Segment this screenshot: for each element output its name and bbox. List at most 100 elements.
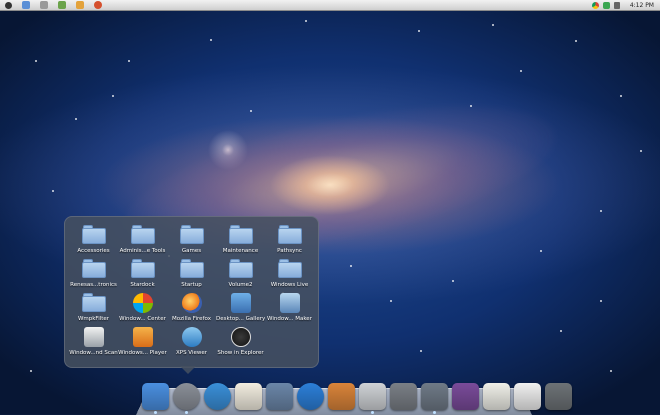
dock-item-documents[interactable] bbox=[483, 383, 510, 410]
folder-icon bbox=[228, 225, 253, 244]
stack-item[interactable]: Window... Center bbox=[118, 291, 167, 325]
trash-icon bbox=[545, 383, 572, 410]
movie-maker-icon-glyph bbox=[279, 293, 300, 313]
stack-item-label: Accessories bbox=[77, 248, 110, 254]
folder-body bbox=[130, 262, 155, 278]
firefox-icon bbox=[180, 293, 204, 313]
dock-item-home[interactable] bbox=[328, 383, 355, 410]
menu-bar: 4:12 PM bbox=[0, 0, 660, 11]
stack-item[interactable]: Windows... Player bbox=[118, 325, 167, 359]
stack-item[interactable]: Desktop... Gallery bbox=[216, 291, 265, 325]
star bbox=[35, 60, 37, 62]
stack-item-label: Window... Center bbox=[119, 316, 166, 322]
dock-item-itunes[interactable] bbox=[297, 383, 324, 410]
stack-item-label: WmpkFilter bbox=[77, 316, 110, 322]
folder-body bbox=[179, 262, 204, 278]
stack-item[interactable]: Mozilla Firefox bbox=[167, 291, 216, 325]
xps-viewer-icon-glyph bbox=[181, 327, 202, 347]
gadget-gallery-icon bbox=[229, 293, 253, 313]
stack-item-label: Stardock bbox=[130, 282, 155, 288]
star bbox=[452, 280, 454, 282]
folder-body bbox=[130, 228, 155, 244]
stack-item[interactable]: Stardock bbox=[118, 257, 167, 291]
stack-item[interactable]: Windows Live bbox=[265, 257, 314, 291]
stack-item[interactable]: Show in Explorer bbox=[216, 325, 265, 359]
folder-icon bbox=[179, 225, 204, 244]
dock-item-preview[interactable] bbox=[266, 383, 293, 410]
menu-bar-status-area: 4:12 PM bbox=[591, 0, 654, 10]
dock bbox=[142, 380, 572, 414]
folder-icon bbox=[277, 259, 302, 278]
stack-item-label: XPS Viewer bbox=[175, 350, 208, 356]
home-icon bbox=[328, 383, 355, 410]
media-player-icon-glyph bbox=[132, 327, 153, 347]
stack-item[interactable]: Renesas...tronics bbox=[69, 257, 118, 291]
app-icon-3[interactable] bbox=[58, 1, 66, 9]
stack-icon bbox=[421, 383, 448, 410]
stack-item[interactable]: Pathsync bbox=[265, 223, 314, 257]
folder-icon bbox=[277, 225, 302, 244]
app-icon-4[interactable] bbox=[76, 1, 84, 9]
menu-bar-clock[interactable]: 4:12 PM bbox=[630, 2, 654, 9]
star bbox=[620, 95, 622, 97]
app-icon-1[interactable] bbox=[22, 1, 30, 9]
star bbox=[575, 40, 577, 42]
stack-item-label: Adminis...e Tools bbox=[119, 248, 166, 254]
apple-icon[interactable] bbox=[5, 1, 12, 9]
dock-item-stack[interactable] bbox=[421, 383, 448, 414]
stack-item-label: Windows... Player bbox=[118, 350, 167, 356]
stack-item[interactable]: XPS Viewer bbox=[167, 325, 216, 359]
desktop-wallpaper-icon bbox=[452, 383, 479, 410]
gadget-gallery-icon-glyph bbox=[230, 293, 251, 313]
stack-item[interactable]: WmpkFilter bbox=[69, 291, 118, 325]
volume-icon[interactable] bbox=[613, 1, 620, 9]
stack-popup: Accessories Adminis...e Tools Games Mainten… bbox=[64, 216, 319, 368]
star bbox=[560, 330, 562, 332]
dock-item-launchpad[interactable] bbox=[173, 383, 200, 414]
stack-item[interactable]: Window...nd Scan bbox=[69, 325, 118, 359]
stack-item[interactable]: Accessories bbox=[69, 223, 118, 257]
stack-item-label: Show in Explorer bbox=[217, 350, 264, 356]
safari-compass-icon bbox=[204, 383, 231, 410]
star bbox=[520, 70, 522, 72]
text-file-icon bbox=[514, 383, 541, 410]
app-icon-5[interactable] bbox=[94, 1, 102, 9]
star bbox=[610, 370, 612, 372]
show-in-explorer-icon-glyph bbox=[230, 327, 251, 347]
star bbox=[30, 370, 32, 372]
dock-item-text-file[interactable] bbox=[514, 383, 541, 410]
dock-item-notes[interactable] bbox=[235, 383, 262, 410]
dock-item-blank-app[interactable] bbox=[359, 383, 386, 414]
stack-item[interactable]: Startup bbox=[167, 257, 216, 291]
dock-item-system-preferences[interactable] bbox=[390, 383, 417, 410]
wifi-icon[interactable] bbox=[602, 1, 610, 9]
star bbox=[210, 39, 212, 41]
dock-item-mission-control[interactable] bbox=[452, 383, 479, 410]
stack-item[interactable]: Volume2 bbox=[216, 257, 265, 291]
stack-item[interactable]: Adminis...e Tools bbox=[118, 223, 167, 257]
stack-item-label: Startup bbox=[181, 282, 202, 288]
star bbox=[75, 118, 77, 120]
rocket-icon bbox=[173, 383, 200, 410]
star bbox=[350, 265, 352, 267]
star bbox=[600, 210, 602, 212]
star bbox=[250, 110, 252, 112]
stack-item-label: Windows Live bbox=[270, 282, 309, 288]
star bbox=[600, 300, 602, 302]
dock-item-safari[interactable] bbox=[204, 383, 231, 410]
stack-item-label: Volume2 bbox=[228, 282, 253, 288]
chrome-icon[interactable] bbox=[591, 1, 599, 9]
app-icon-2[interactable] bbox=[40, 1, 48, 9]
folder-body bbox=[228, 228, 253, 244]
photo-icon bbox=[266, 383, 293, 410]
stack-item-label: Pathsync bbox=[277, 248, 302, 254]
xps-viewer-icon bbox=[180, 327, 204, 347]
dock-item-finder[interactable] bbox=[142, 383, 169, 414]
stack-item[interactable]: Maintenance bbox=[216, 223, 265, 257]
app-icon bbox=[359, 383, 386, 410]
folder-body bbox=[81, 296, 106, 312]
stack-item[interactable]: Window... Maker bbox=[265, 291, 314, 325]
star bbox=[540, 250, 542, 252]
dock-item-trash[interactable] bbox=[545, 383, 572, 410]
stack-item[interactable]: Games bbox=[167, 223, 216, 257]
